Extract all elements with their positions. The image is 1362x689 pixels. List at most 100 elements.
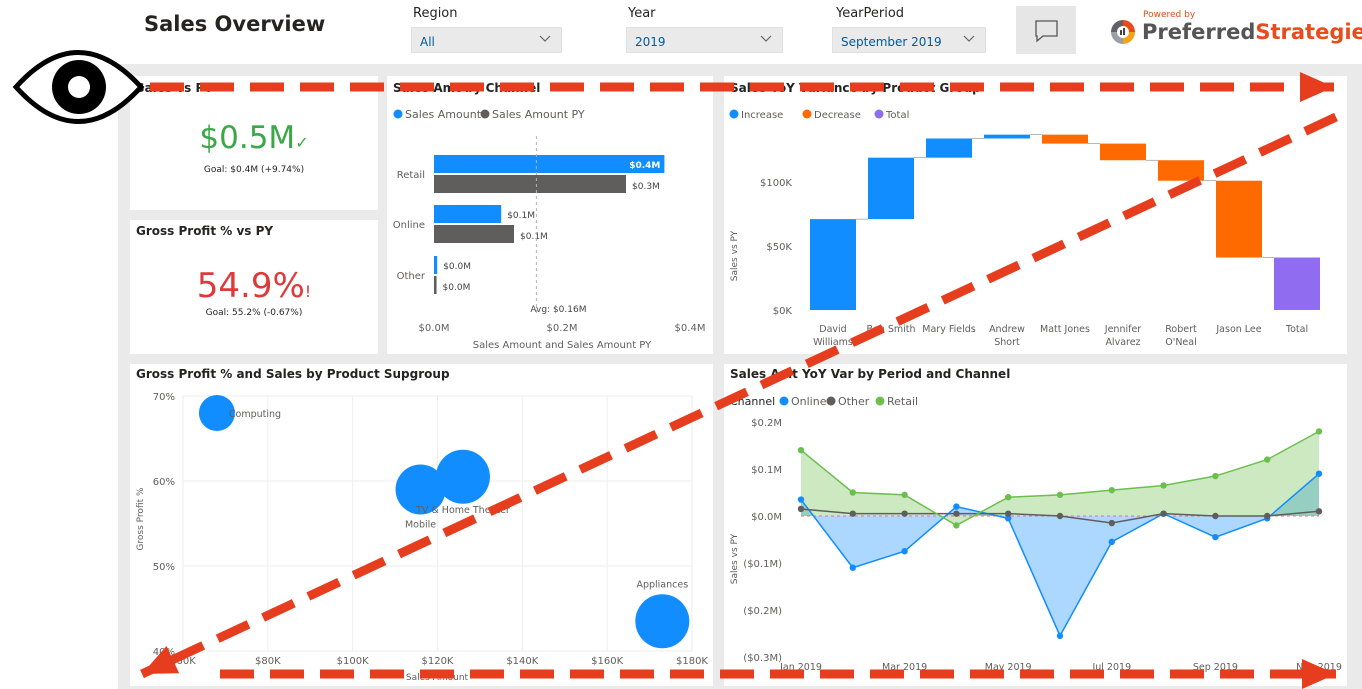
region-dropdown[interactable]: All xyxy=(411,27,562,53)
comment-button[interactable] xyxy=(1016,6,1076,54)
x-tick-label: Jan 2019 xyxy=(779,662,822,673)
data-point-online xyxy=(953,503,960,510)
data-point-other xyxy=(1264,512,1271,520)
region-dropdown-value: All xyxy=(420,35,435,49)
year-dropdown[interactable]: 2019 xyxy=(626,27,783,53)
y-axis-label: Sales vs PY xyxy=(730,230,740,281)
legend-marker-online xyxy=(779,396,789,406)
kpi-gross-profit-title: Gross Profit % vs PY xyxy=(136,224,274,238)
kpi-sales-value: $0.5M xyxy=(199,120,296,156)
bar-sales-amount xyxy=(434,256,438,274)
data-point-other xyxy=(901,510,908,517)
kpi-sales-title: Sales vs PY xyxy=(136,81,213,95)
x-tick-label: Jul 2019 xyxy=(1091,662,1131,673)
x-tick-label: Short xyxy=(994,337,1020,348)
legend-label-total: Total xyxy=(885,110,909,121)
brand-powered-by: Powered by xyxy=(1143,10,1196,20)
y-tick-label: $0.1M xyxy=(751,465,782,476)
data-point-other xyxy=(1005,510,1012,517)
data-point-online xyxy=(797,496,805,503)
data-label: $0.3M xyxy=(632,182,660,192)
data-point-retail xyxy=(849,489,856,496)
warning-icon: ! xyxy=(304,282,312,301)
legend-label-other: Other xyxy=(838,395,870,408)
data-point-other xyxy=(1315,508,1323,515)
legend-label-sales-amount: Sales Amount xyxy=(405,108,482,121)
data-point-online xyxy=(849,564,856,571)
x-axis-label: Sales Amount and Sales Amount PY xyxy=(473,340,652,351)
x-tick-label: Alvarez xyxy=(1105,337,1140,348)
data-point-retail xyxy=(1264,456,1271,463)
bubble-label: Mobile xyxy=(405,520,436,531)
legend-label-retail: Retail xyxy=(887,395,918,408)
kpi-sales-tile[interactable]: Sales vs PY $0.5M✓ Goal: $0.4M (+9.74%) xyxy=(130,76,378,210)
brand-logo-icon xyxy=(1111,20,1135,44)
chevron-down-icon xyxy=(539,35,551,42)
y-tick-label: $0K xyxy=(773,306,793,317)
data-point-retail xyxy=(953,522,960,529)
x-tick-label: Andrew xyxy=(989,324,1025,335)
kpi-gross-profit-tile[interactable]: Gross Profit % vs PY 54.9%! Goal: 55.2% … xyxy=(130,220,378,354)
year-dropdown-value: 2019 xyxy=(635,35,666,49)
data-point-retail xyxy=(901,491,908,499)
data-point-online xyxy=(1056,632,1064,640)
yearperiod-dropdown[interactable]: September 2019 xyxy=(832,27,986,53)
legend-title: Channel xyxy=(730,395,775,408)
data-point-other xyxy=(1108,519,1115,527)
x-tick-label: David xyxy=(819,324,846,335)
report-page: Sales Overview Region All Year 2019 Year… xyxy=(0,0,1362,689)
line-area-tile[interactable]: Sales Amt YoY Var by Period and Channel … xyxy=(724,364,1347,686)
data-point-other xyxy=(797,505,805,513)
waterfall-bar xyxy=(984,134,1030,139)
x-tick-label: $0.4M xyxy=(675,323,706,334)
channel-bar-tile[interactable]: Sales Amt by Channel Sales Amount Sales A… xyxy=(387,76,713,354)
category-label: Retail xyxy=(397,170,425,181)
kpi-gross-profit-goal: Goal: 55.2% (-0.67%) xyxy=(205,308,303,318)
data-point-other xyxy=(953,510,960,517)
x-tick-label: O'Neal xyxy=(1165,337,1197,348)
brand-name-part2: Strategies xyxy=(1255,20,1362,44)
data-label: $0.4M xyxy=(629,161,660,171)
y-tick-label: ($0.1M) xyxy=(743,559,782,570)
y-tick-label: $0.2M xyxy=(751,418,782,429)
kpi-gross-profit-value: 54.9% xyxy=(196,266,305,306)
waterfall-bar xyxy=(868,157,914,220)
waterfall-bar xyxy=(926,138,972,158)
yearperiod-dropdown-value: September 2019 xyxy=(841,35,942,49)
legend-marker-sales-amount xyxy=(393,109,403,119)
x-tick-label: $100K xyxy=(337,656,369,667)
data-label: $0.1M xyxy=(507,211,535,221)
data-point-other xyxy=(1212,512,1219,520)
legend-marker-total xyxy=(874,109,884,119)
waterfall-bar xyxy=(810,219,856,310)
bar-sales-amount xyxy=(434,205,502,223)
legend-marker-sales-amount-py xyxy=(480,109,490,119)
brand-logo: Powered by PreferredStrategies xyxy=(1108,9,1362,49)
bubble-label: TV & Home Theater xyxy=(415,505,510,516)
x-tick-label: $80K xyxy=(255,656,281,667)
waterfall-tile[interactable]: Sales YoY Variance by Product Group Incr… xyxy=(724,76,1347,354)
legend-label-sales-amount-py: Sales Amount PY xyxy=(492,108,585,121)
bubble-label: Computing xyxy=(229,409,281,420)
x-tick-label: Mar 2019 xyxy=(882,662,927,673)
waterfall-chart: Increase Decrease Total $0K $50K $100K Sales v… xyxy=(729,109,1320,348)
bubble-tile[interactable]: Gross Profit % and Sales by Product Supg… xyxy=(130,364,713,686)
yearperiod-filter-label: YearPeriod xyxy=(836,6,905,21)
bubble-point xyxy=(435,449,490,504)
data-point-retail xyxy=(1056,491,1064,499)
legend-marker-increase xyxy=(729,109,739,119)
data-point-online xyxy=(1212,533,1219,541)
page-title: Sales Overview xyxy=(144,12,326,36)
legend-marker-retail xyxy=(875,396,885,406)
y-axis-label: Gross Profit % xyxy=(136,487,146,551)
data-point-retail xyxy=(797,447,805,454)
data-point-retail xyxy=(1315,428,1323,435)
y-tick-label: ($0.3M) xyxy=(743,653,782,664)
x-tick-label: $140K xyxy=(506,656,538,667)
x-tick-label: May 2019 xyxy=(985,662,1032,673)
x-tick-label: Jennifer xyxy=(1104,324,1142,335)
data-label: $0.0M xyxy=(443,262,471,272)
average-reference-label: Avg: $0.16M xyxy=(530,305,586,315)
data-point-retail xyxy=(1160,482,1167,489)
x-tick-label: $120K xyxy=(421,656,453,667)
